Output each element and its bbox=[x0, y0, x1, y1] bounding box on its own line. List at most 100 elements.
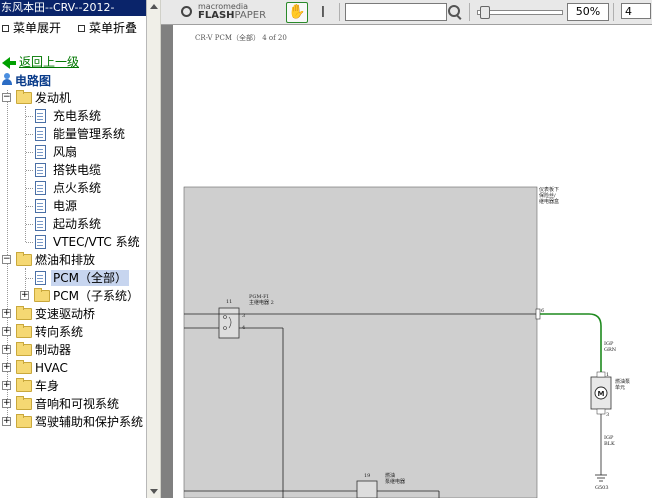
collapse-icon[interactable]: − bbox=[2, 93, 11, 102]
wiring-diagram: 仪表板下 保险丝/ 继电器盒 11 PGM-FI 主继电器 2 3 4 6 IG… bbox=[183, 186, 630, 498]
folder-icon bbox=[16, 378, 32, 392]
connector bbox=[535, 308, 541, 320]
fuse-relay-box bbox=[183, 186, 538, 498]
tree-item-label: 点火系统 bbox=[53, 181, 102, 195]
folder-icon bbox=[16, 414, 32, 428]
folder-icon bbox=[16, 360, 32, 374]
folder-icon bbox=[16, 306, 32, 320]
scroll-down-icon[interactable] bbox=[150, 489, 158, 494]
menu-collapse-label: 菜单折叠 bbox=[89, 21, 138, 35]
document-icon bbox=[35, 127, 46, 141]
viewer-toolbar: macromedia FLASHPAPER ✋ I 50% 4 bbox=[161, 0, 652, 25]
tree-item-label: 能量管理系统 bbox=[53, 127, 126, 141]
search-icon[interactable] bbox=[448, 5, 460, 17]
logo-product-sub: PAPER bbox=[234, 10, 267, 21]
document-icon bbox=[35, 145, 46, 159]
tree-root-label[interactable]: 电路图 bbox=[15, 72, 51, 89]
bullet-icon bbox=[2, 24, 9, 32]
relay2-num: 19 bbox=[364, 473, 370, 479]
zoom-slider[interactable] bbox=[477, 6, 563, 19]
folder-icon bbox=[16, 396, 32, 410]
collapse-icon[interactable]: − bbox=[2, 255, 11, 264]
user-icon bbox=[2, 73, 12, 86]
document-icon bbox=[35, 199, 46, 213]
tree-item-label: 风扇 bbox=[53, 145, 78, 159]
menu-collapse-button[interactable]: 菜单折叠 bbox=[76, 21, 137, 35]
navigation-pane: 东风本田--CRV--2012- 菜单展开 菜单折叠 返回上一级 电路图 − 发… bbox=[0, 0, 147, 498]
tree-folder-label: 车身 bbox=[35, 379, 60, 393]
back-link[interactable]: 返回上一级 bbox=[2, 53, 79, 70]
wire-green bbox=[540, 313, 602, 372]
tree-item-label: PCM（全部） bbox=[51, 270, 129, 286]
menu-expand-button[interactable]: 菜单展开 bbox=[0, 21, 61, 35]
ground-label: G503 bbox=[595, 485, 609, 491]
pump-pin-bottom: 3 bbox=[606, 412, 609, 418]
document-icon bbox=[35, 271, 46, 285]
wire-color-top-2: GRN bbox=[604, 347, 617, 353]
pump-pin-top: 1 bbox=[606, 372, 609, 378]
expand-icon[interactable]: + bbox=[2, 327, 11, 336]
back-arrow-icon bbox=[2, 56, 10, 69]
svg-text:M: M bbox=[598, 390, 605, 398]
window-title: 东风本田--CRV--2012- bbox=[0, 0, 146, 16]
search-input[interactable] bbox=[345, 3, 447, 21]
relay-name-2: 主继电器 2 bbox=[249, 299, 274, 306]
tree-item-label: 搭铁电缆 bbox=[53, 163, 102, 177]
folder-open-icon bbox=[16, 252, 32, 266]
fuel-pump-label-1: 燃油泵 bbox=[615, 378, 630, 385]
expand-icon[interactable]: + bbox=[2, 345, 11, 354]
document-icon bbox=[35, 163, 46, 177]
expand-icon[interactable]: + bbox=[2, 381, 11, 390]
page-number-input[interactable]: 4 bbox=[621, 3, 651, 19]
flashpaper-viewer: macromedia FLASHPAPER ✋ I 50% 4 CR-V PCM… bbox=[161, 0, 652, 498]
menu-expand-label: 菜单展开 bbox=[13, 21, 62, 35]
fuse-box-label-1: 仪表板下 bbox=[539, 186, 559, 193]
flashpaper-logo-icon bbox=[181, 6, 192, 17]
tree-item-label: 起动系统 bbox=[53, 217, 102, 231]
tree-folder-label: HVAC bbox=[35, 361, 68, 375]
expand-icon[interactable]: + bbox=[2, 363, 11, 372]
zoom-slider-thumb[interactable] bbox=[480, 6, 490, 19]
relay-num: 11 bbox=[226, 299, 232, 305]
document-icon bbox=[35, 181, 46, 195]
pane-scrollbar[interactable] bbox=[147, 0, 161, 498]
tree-folder-label: PCM（子系统） bbox=[53, 289, 139, 303]
expand-icon[interactable]: + bbox=[2, 399, 11, 408]
fuel-pump-label-2: 单元 bbox=[615, 384, 625, 391]
folder-icon bbox=[16, 324, 32, 338]
expand-icon[interactable]: + bbox=[20, 291, 29, 300]
logo-product: FLASHPAPER bbox=[198, 10, 266, 21]
bullet-icon bbox=[78, 24, 85, 32]
fuse-box-label-3: 继电器盒 bbox=[539, 198, 559, 205]
folder-icon bbox=[34, 288, 50, 302]
document-page: CR-V PCM（全部） 4 of 20 仪表板下 保险丝/ 继电器盒 11 P… bbox=[173, 25, 652, 498]
relay-11 bbox=[218, 307, 240, 339]
document-icon bbox=[35, 217, 46, 231]
tree-item-label: 电源 bbox=[53, 199, 78, 213]
expand-icon[interactable]: + bbox=[2, 309, 11, 318]
folder-icon bbox=[16, 342, 32, 356]
tree-folder-label: 燃油和排放 bbox=[35, 253, 96, 267]
tree-folder-label: 制动器 bbox=[35, 343, 72, 357]
tree-item-label: VTEC/VTC 系统 bbox=[53, 235, 140, 249]
connector-pin: 6 bbox=[541, 308, 544, 314]
text-select-tool-button[interactable]: I bbox=[318, 3, 328, 21]
scroll-up-icon[interactable] bbox=[150, 4, 158, 9]
back-link-label: 返回上一级 bbox=[19, 55, 80, 69]
relay2-name-1: 燃油 bbox=[385, 472, 395, 479]
tree-folder-label: 变速驱动桥 bbox=[35, 307, 96, 321]
relay-19 bbox=[356, 480, 378, 498]
expand-icon[interactable]: + bbox=[2, 417, 11, 426]
hand-tool-button[interactable]: ✋ bbox=[286, 2, 308, 23]
tree-folder-label: 转向系统 bbox=[35, 325, 84, 339]
tree-folder-label: 音响和可视系统 bbox=[35, 397, 120, 411]
logo-product-main: FLASH bbox=[198, 10, 235, 21]
folder-open-icon bbox=[16, 90, 32, 104]
tree-item-label: 充电系统 bbox=[53, 109, 102, 123]
fuse-box-label-2: 保险丝/ bbox=[539, 192, 556, 199]
relay2-name-2: 泵继电器 bbox=[385, 478, 405, 485]
document-icon bbox=[35, 109, 46, 123]
document-icon bbox=[35, 235, 46, 249]
tree-folder-label: 发动机 bbox=[35, 91, 72, 105]
zoom-level[interactable]: 50% bbox=[567, 3, 609, 21]
